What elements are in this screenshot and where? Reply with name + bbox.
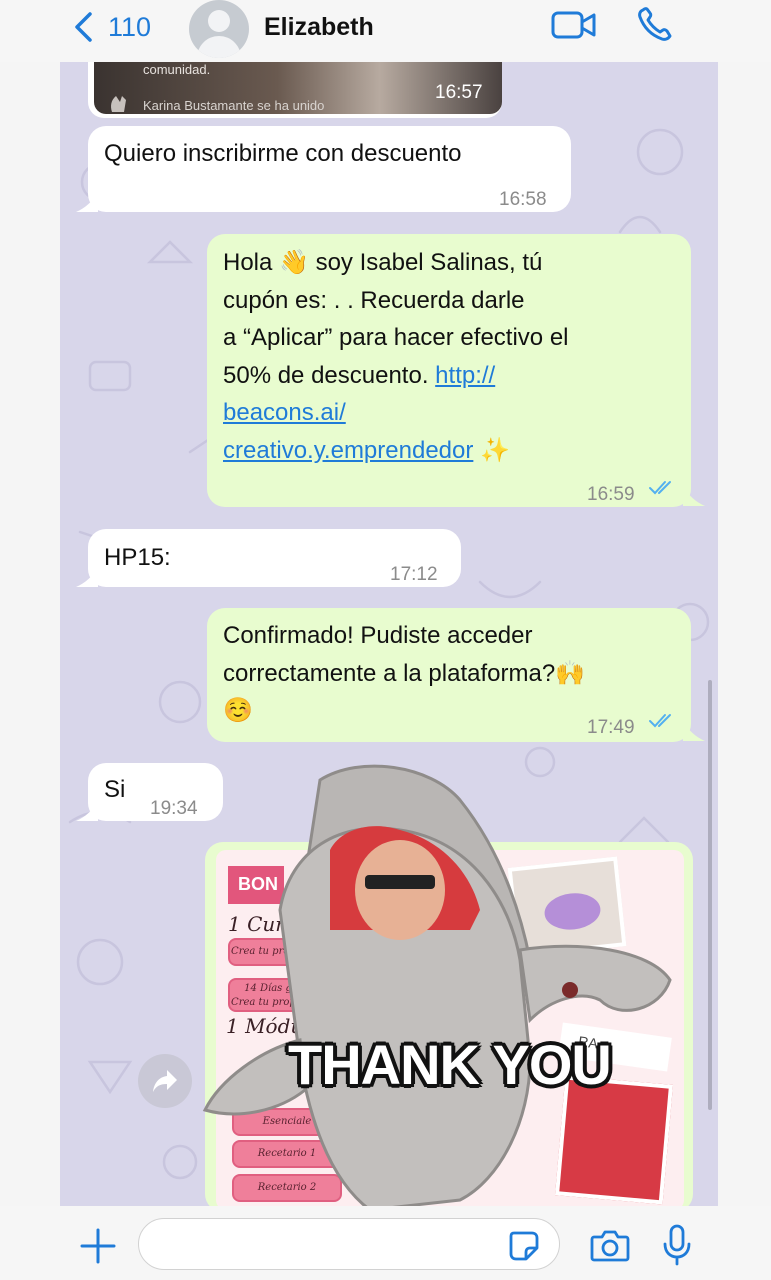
bubble-tail xyxy=(76,567,98,587)
sparkle-emoji: ✨ xyxy=(480,436,510,464)
message-time: 16:58 xyxy=(499,189,547,210)
message-line: cupón es: . . Recuerda darle xyxy=(223,286,525,314)
chevron-left-icon xyxy=(75,12,92,42)
message-time: 17:49 xyxy=(587,717,635,738)
outgoing-message[interactable]: Hola 👋 soy Isabel Salinas, tú cupón es: … xyxy=(207,234,691,507)
left-margin xyxy=(0,62,60,1206)
chat-screen: 110 Elizabeth comunidad. Karina Bustaman… xyxy=(0,0,771,1280)
sticker-text: THANK YOU xyxy=(288,1033,612,1096)
bubble-tail xyxy=(683,486,705,506)
outgoing-message[interactable]: Confirmado! Pudiste acceder correctament… xyxy=(207,608,691,742)
message-time: 19:34 xyxy=(150,798,198,819)
message-input[interactable] xyxy=(138,1218,560,1270)
plus-icon[interactable] xyxy=(80,1228,116,1264)
coupon-link[interactable]: beacons.ai/ xyxy=(223,394,569,432)
forward-button[interactable] xyxy=(138,1054,192,1108)
video-call-icon[interactable] xyxy=(551,8,597,42)
shark-sticker[interactable] xyxy=(200,760,680,1215)
read-ticks-icon xyxy=(649,714,671,728)
message-line: a “Aplicar” para hacer efectivo el xyxy=(223,324,569,351)
back-button[interactable]: 110 xyxy=(72,10,151,44)
sticker-icon[interactable] xyxy=(508,1230,540,1262)
scrollbar[interactable] xyxy=(708,680,712,1110)
message-time: 17:12 xyxy=(390,564,438,585)
message-text: Quiero inscribirme con descuento xyxy=(104,140,462,167)
message-line: ☺️ xyxy=(223,697,253,724)
avatar[interactable] xyxy=(189,0,249,58)
bubble-tail xyxy=(76,192,98,212)
coupon-link[interactable]: creativo.y.emprendedor xyxy=(223,437,473,464)
camera-icon[interactable] xyxy=(590,1228,630,1262)
read-ticks-icon xyxy=(649,481,671,495)
media-joined-text: Karina Bustamante se ha unido xyxy=(143,98,325,113)
forward-icon xyxy=(153,1070,177,1092)
bubble-tail xyxy=(683,721,705,741)
message-line: Hola 👋 soy Isabel Salinas, tú xyxy=(223,249,543,276)
message-line: 50% de descuento. xyxy=(223,361,429,389)
coupon-link[interactable]: http:// xyxy=(435,362,495,389)
right-margin xyxy=(718,62,771,1206)
media-caption: comunidad. xyxy=(143,62,211,77)
microphone-icon[interactable] xyxy=(662,1224,692,1266)
bubble-tail xyxy=(76,801,98,821)
phone-call-icon[interactable] xyxy=(636,6,674,44)
message-time: 16:59 xyxy=(587,484,635,505)
message-line: Confirmado! Pudiste acceder xyxy=(223,622,533,649)
unread-count: 110 xyxy=(108,11,152,42)
message-text: Si xyxy=(104,776,126,803)
message-line: correctamente a la plataforma?🙌 xyxy=(223,659,586,687)
chat-header: 110 Elizabeth xyxy=(0,0,771,62)
contact-name[interactable]: Elizabeth xyxy=(264,13,374,42)
message-text: HP15: xyxy=(104,544,171,571)
incoming-message[interactable]: Quiero inscribirme con descuento 16:58 xyxy=(88,126,571,212)
message-time: 16:57 xyxy=(435,82,483,103)
hand-wave-icon xyxy=(111,96,126,112)
incoming-message[interactable]: HP15: 17:12 xyxy=(88,529,461,587)
